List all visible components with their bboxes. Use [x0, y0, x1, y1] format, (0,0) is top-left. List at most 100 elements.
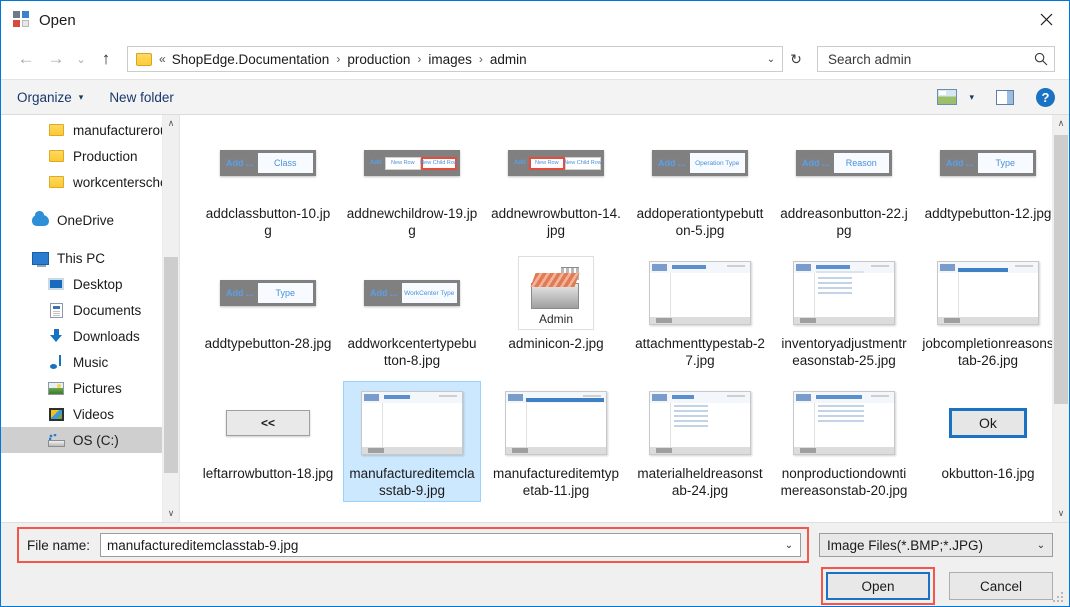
music-icon [47, 354, 65, 370]
file-item[interactable]: jobcompletionreasonstab-26.jpg [919, 251, 1057, 372]
file-name-label: manufactureditemclasstab-9.jpg [349, 466, 475, 498]
chevron-down-icon[interactable]: ▾ [969, 92, 974, 103]
sidebar-item-downloads[interactable]: Downloads [1, 323, 179, 349]
app-window-thumbnail [361, 391, 463, 455]
file-item[interactable]: Add New Row New Child Row addnewchildrow… [343, 121, 481, 242]
new-folder-button[interactable]: New folder [109, 90, 174, 105]
sidebar-item-label: Desktop [73, 276, 123, 292]
thumb-add-label: Add ... [658, 158, 686, 168]
desktop-icon [47, 276, 65, 292]
button-row-thumbnail: Add ... Type [940, 150, 1036, 176]
sidebar-item-label: Music [73, 354, 109, 370]
chevron-down-icon[interactable]: ⌄ [1030, 540, 1052, 551]
thumb-add-label: Add ... [226, 158, 254, 168]
search-box[interactable] [817, 46, 1055, 72]
breadcrumb-item-3[interactable]: admin [490, 52, 527, 67]
thumb-add-label: Add [514, 160, 526, 166]
sidebar-scrollbar-thumb[interactable] [164, 257, 178, 474]
change-view-icon[interactable] [937, 89, 958, 105]
forward-button[interactable]: → [41, 44, 71, 74]
refresh-button[interactable]: ↻ [783, 46, 809, 72]
file-item[interactable]: Add ... Type addtypebutton-28.jpg [199, 251, 337, 372]
breadcrumb-item-0[interactable]: ShopEdge.Documentation [172, 52, 330, 67]
thumb-icon-label: Admin [538, 312, 573, 326]
file-item[interactable]: Add ... Reason addreasonbutton-22.jpg [775, 121, 913, 242]
app-window-thumbnail [937, 261, 1039, 325]
file-name-combobox[interactable]: ⌄ [100, 533, 801, 557]
file-name-field-label: File name: [27, 537, 91, 553]
scroll-down-icon[interactable]: ∨ [1053, 505, 1069, 522]
file-thumbnail [360, 385, 464, 461]
admin-icon-thumbnail: Admin [518, 256, 594, 330]
sidebar-item-music[interactable]: Music [1, 349, 179, 375]
file-item[interactable]: attachmenttypestab-27.jpg [631, 251, 769, 372]
sidebar-item-pictures[interactable]: Pictures [1, 375, 179, 401]
file-name-input[interactable] [101, 536, 778, 554]
file-item[interactable]: << leftarrowbutton-18.jpg [199, 381, 337, 502]
refresh-icon: ↻ [790, 50, 802, 67]
scroll-up-icon[interactable]: ∧ [1053, 115, 1069, 132]
sidebar-item-os-c[interactable]: OS (C:) [1, 427, 179, 453]
sidebar-item-workcenterscheduling[interactable]: workcenterscheduling [1, 169, 179, 195]
close-button[interactable] [1023, 1, 1069, 38]
file-type-filter-select[interactable]: Image Files(*.BMP;*.JPG) ⌄ [819, 533, 1053, 557]
back-arrow-icon: ← [17, 49, 35, 68]
cancel-button[interactable]: Cancel [949, 572, 1053, 600]
sidebar-item-label: Documents [73, 302, 142, 318]
help-icon[interactable]: ? [1036, 87, 1055, 107]
thumb-pill-label: Type [977, 153, 1033, 173]
file-item[interactable]: materialheldreasonstab-24.jpg [631, 381, 769, 502]
breadcrumb-item-1[interactable]: production [347, 52, 410, 67]
sidebar-item-onedrive[interactable]: OneDrive [1, 207, 179, 233]
file-item[interactable]: Add ... Operation Type addoperationtypeb… [631, 121, 769, 242]
up-button[interactable]: ↑ [91, 44, 121, 74]
file-item[interactable]: inventoryadjustmentreasonstab-25.jpg [775, 251, 913, 372]
address-bar[interactable]: « ShopEdge.Documentation › production › … [127, 46, 783, 72]
resize-grip[interactable] [1053, 591, 1065, 603]
scroll-up-icon[interactable]: ∧ [163, 115, 179, 132]
chevron-down-icon[interactable]: ⌄ [778, 540, 800, 551]
file-item[interactable]: Add New Row New Child Row addnewrowbutto… [487, 121, 625, 242]
sidebar-item-desktop[interactable]: Desktop [1, 271, 179, 297]
address-dropdown-button[interactable]: ⌄ [760, 47, 782, 71]
file-thumbnail: Add New Row New Child Row [504, 125, 608, 201]
file-thumbnail [936, 255, 1040, 331]
onedrive-icon [31, 210, 49, 228]
chevron-down-icon: ▾ [78, 91, 84, 102]
open-file-dialog: Open ← → ⌄ ↑ « ShopEdge.Documentation › [0, 0, 1070, 607]
file-item[interactable]: Admin adminicon-2.jpg [487, 251, 625, 372]
open-button[interactable]: Open [826, 572, 930, 600]
chevron-down-icon: ⌄ [766, 53, 776, 65]
sidebar-item-videos[interactable]: Videos [1, 401, 179, 427]
file-name-label: addnewchildrow-19.jpg [346, 206, 478, 238]
back-button[interactable]: ← [11, 44, 41, 74]
file-item-selected[interactable]: manufactureditemclasstab-9.jpg [343, 381, 481, 502]
search-input[interactable] [818, 50, 1028, 68]
thumb-add-label: Add [370, 160, 382, 166]
file-item[interactable]: Add ... Class addclassbutton-10.jpg [199, 121, 337, 242]
file-thumbnail: Add ... WorkCenter Type [360, 255, 464, 331]
sidebar-scrollbar[interactable]: ∧ ∨ [162, 115, 179, 522]
sidebar-item-manufactureroutings[interactable]: manufactureroutings [1, 117, 179, 143]
documents-icon [47, 302, 65, 318]
sidebar-item-production[interactable]: Production [1, 143, 179, 169]
file-item[interactable]: nonproductiondowntimereasonstab-20.jpg [775, 381, 913, 502]
file-item[interactable]: Ok okbutton-16.jpg [919, 381, 1057, 502]
sidebar-item-this-pc[interactable]: This PC [1, 245, 179, 271]
file-item[interactable]: Add ... Type addtypebutton-12.jpg [919, 121, 1057, 242]
file-list-scrollbar[interactable]: ∧ ∨ [1052, 115, 1069, 522]
preview-pane-icon[interactable] [996, 89, 1014, 105]
organize-menu-button[interactable]: Organize ▾ [17, 90, 83, 105]
thumb-pill-label: New Child Row [564, 156, 602, 170]
breadcrumb-item-2[interactable]: images [428, 52, 472, 67]
breadcrumb: « ShopEdge.Documentation › production › … [159, 52, 760, 67]
file-item[interactable]: Add ... WorkCenter Type addworkcentertyp… [343, 251, 481, 372]
file-name-label: nonproductiondowntimereasonstab-20.jpg [780, 466, 908, 498]
recent-locations-button[interactable]: ⌄ [71, 44, 91, 74]
breadcrumb-separator: › [336, 52, 341, 66]
scroll-down-icon[interactable]: ∨ [163, 505, 179, 522]
file-list-scrollbar-thumb[interactable] [1054, 135, 1068, 404]
file-item[interactable]: manufactureditemtypetab-11.jpg [487, 381, 625, 502]
file-thumbnail [504, 385, 608, 461]
sidebar-item-documents[interactable]: Documents [1, 297, 179, 323]
